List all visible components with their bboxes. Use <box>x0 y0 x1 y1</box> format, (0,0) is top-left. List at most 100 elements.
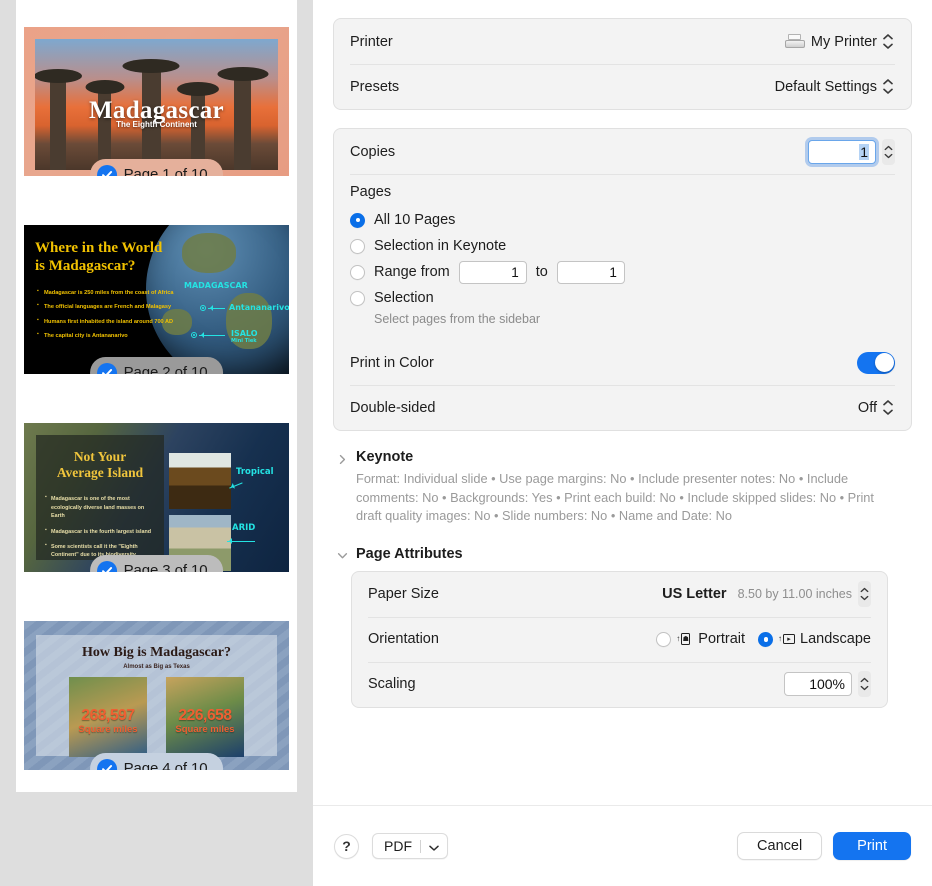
slide-3-bullets: Madagascar is one of the most ecological… <box>45 494 156 559</box>
list-item[interactable]: How Big is Madagascar? Almost as Big as … <box>16 594 297 792</box>
list-item[interactable]: Where in the World is Madagascar? Madaga… <box>16 198 297 396</box>
radio-selection[interactable] <box>350 290 365 306</box>
chevron-down-icon[interactable] <box>337 548 348 559</box>
slide-4-stat-left-unit: Square miles <box>78 724 138 736</box>
page-badge[interactable]: Page 3 of 10 <box>89 555 224 572</box>
print-button[interactable]: Print <box>833 832 911 860</box>
scaling-row[interactable]: Scaling 100% <box>352 661 887 707</box>
pages-option-selection[interactable]: Selection <box>350 285 895 311</box>
print-dialog: Madagascar The Eighth Continent Page 1 o… <box>0 0 932 886</box>
list-item: Humans first inhabited the island around… <box>37 317 177 326</box>
radio-range[interactable] <box>350 264 365 280</box>
slide-2-country-label: MADAGASCAR <box>184 281 248 290</box>
dialog-footer: ? PDF Cancel Print <box>313 805 932 886</box>
print-in-color-toggle[interactable] <box>857 351 895 374</box>
page-preview-sidebar[interactable]: Madagascar The Eighth Continent Page 1 o… <box>0 0 313 886</box>
printer-row[interactable]: Printer My Printer <box>334 19 911 64</box>
slide-thumbnail-3[interactable]: Not Your Average Island Madagascar is on… <box>24 423 289 572</box>
checkmark-icon <box>96 560 117 572</box>
chevron-updown-icon[interactable] <box>883 75 895 99</box>
pdf-menu-button[interactable]: PDF <box>372 833 448 859</box>
page-badge[interactable]: Page 2 of 10 <box>89 357 224 374</box>
copies-input[interactable]: 1 <box>808 139 876 164</box>
page-badge[interactable]: Page 4 of 10 <box>89 753 224 770</box>
printer-card: Printer My Printer Presets Default Setti… <box>333 18 912 110</box>
double-sided-row[interactable]: Double-sided Off <box>334 385 911 430</box>
list-item[interactable]: Madagascar The Eighth Continent Page 1 o… <box>16 0 297 198</box>
page-attributes-disclosure-header[interactable]: Page Attributes <box>337 546 908 562</box>
list-item[interactable]: Not Your Average Island Madagascar is on… <box>16 396 297 594</box>
paper-size-value: US Letter <box>662 586 727 603</box>
range-from-input[interactable]: 1 <box>458 260 527 284</box>
list-item: Madagascar is the fourth largest island <box>45 526 156 536</box>
chevron-down-icon[interactable] <box>429 838 439 854</box>
slide-3-tropical-label: Tropical <box>236 467 274 477</box>
copies-label: Copies <box>350 143 396 160</box>
chevron-updown-icon[interactable] <box>883 30 895 54</box>
list-item: The official languages are French and Ma… <box>37 302 177 311</box>
paper-size-label: Paper Size <box>368 586 439 603</box>
slide-3-photo-tropical <box>169 453 231 509</box>
chevron-updown-icon[interactable] <box>883 396 895 420</box>
orientation-portrait-label: Portrait <box>698 631 746 648</box>
pages-option-selection-in-app[interactable]: Selection in Keynote <box>350 233 895 259</box>
page-badge-label: Page 2 of 10 <box>123 364 208 374</box>
slide-4-stat-right-unit: Square miles <box>175 724 235 736</box>
slide-2-bullets: Madagascar is 250 miles from the coast o… <box>37 288 177 347</box>
range-to-input[interactable]: 1 <box>556 260 625 284</box>
slide-thumbnail-2[interactable]: Where in the World is Madagascar? Madaga… <box>24 225 289 374</box>
chevron-right-icon[interactable] <box>337 452 348 464</box>
presets-row[interactable]: Presets Default Settings <box>334 64 911 109</box>
radio-portrait[interactable] <box>656 631 672 647</box>
options-scroll-area[interactable]: Printer My Printer Presets Default Setti… <box>313 0 932 805</box>
copies-stepper[interactable] <box>882 138 895 165</box>
slide-2-capital-label: Antananarivo <box>229 303 289 312</box>
page-badge-label: Page 1 of 10 <box>123 166 208 176</box>
scaling-stepper[interactable] <box>858 671 871 698</box>
pages-option-range[interactable]: Range from 1 to 1 <box>350 259 895 285</box>
page-badge[interactable]: Page 1 of 10 <box>89 159 224 176</box>
list-item: Madagascar is 250 miles from the coast o… <box>37 288 177 297</box>
orientation-option-portrait[interactable]: ↑ ☗ Portrait <box>656 631 745 647</box>
scaling-label: Scaling <box>368 676 416 693</box>
radio-all-pages[interactable] <box>350 212 365 228</box>
slide-3-arid-label: ARID <box>232 523 256 533</box>
checkmark-icon <box>96 164 117 176</box>
slide-2-title: Where in the World is Madagascar? <box>35 240 163 275</box>
slide-thumbnail-4[interactable]: How Big is Madagascar? Almost as Big as … <box>24 621 289 770</box>
orientation-row[interactable]: Orientation ↑ ☗ Portrait ↑ ▸ Landscape <box>352 616 887 662</box>
pages-option-all[interactable]: All 10 Pages <box>350 207 895 233</box>
help-button[interactable]: ? <box>334 833 359 859</box>
paper-size-row[interactable]: Paper Size US Letter 8.50 by 11.00 inche… <box>352 572 887 617</box>
page-badge-label: Page 3 of 10 <box>123 562 208 572</box>
selection-hint: Select pages from the sidebar <box>374 312 541 326</box>
print-in-color-row[interactable]: Print in Color <box>334 340 911 385</box>
scaling-input[interactable]: 100% <box>784 672 852 697</box>
orientation-option-landscape[interactable]: ↑ ▸ Landscape <box>758 631 871 647</box>
radio-landscape[interactable] <box>758 631 774 647</box>
double-sided-value: Off <box>857 399 877 416</box>
slide-4-stat-left-number: 268,597 <box>81 707 135 725</box>
paper-size-detail: 8.50 by 11.00 inches <box>737 587 852 602</box>
presets-label: Presets <box>350 78 400 95</box>
slide-1-image: Madagascar The Eighth Continent <box>35 39 278 170</box>
cancel-button[interactable]: Cancel <box>737 832 823 860</box>
keynote-disclosure-header[interactable]: Keynote <box>337 449 908 465</box>
page-attributes-card: Paper Size US Letter 8.50 by 11.00 inche… <box>351 570 888 708</box>
pdf-button-label: PDF <box>384 838 412 854</box>
radio-range-label: Range from <box>374 264 450 280</box>
paper-size-stepper[interactable] <box>858 581 871 608</box>
radio-selection-in-keynote[interactable] <box>350 238 365 254</box>
slide-1-subtitle: The Eighth Continent <box>116 120 197 130</box>
page-badge-label: Page 4 of 10 <box>123 760 208 770</box>
keynote-summary: Format: Individual slide • Use page marg… <box>356 471 874 524</box>
range-to-value: 1 <box>609 264 617 280</box>
divider <box>420 839 421 853</box>
slide-thumbnail-1[interactable]: Madagascar The Eighth Continent Page 1 o… <box>24 27 289 176</box>
slide-4-title: How Big is Madagascar? <box>82 645 231 660</box>
copies-value: 1 <box>859 143 869 160</box>
scaling-value: 100% <box>809 676 845 693</box>
slide-4-map-texas: 268,597 Square miles <box>69 677 147 757</box>
orientation-landscape-label: Landscape <box>800 631 871 648</box>
copies-row[interactable]: Copies 1 <box>334 129 911 174</box>
